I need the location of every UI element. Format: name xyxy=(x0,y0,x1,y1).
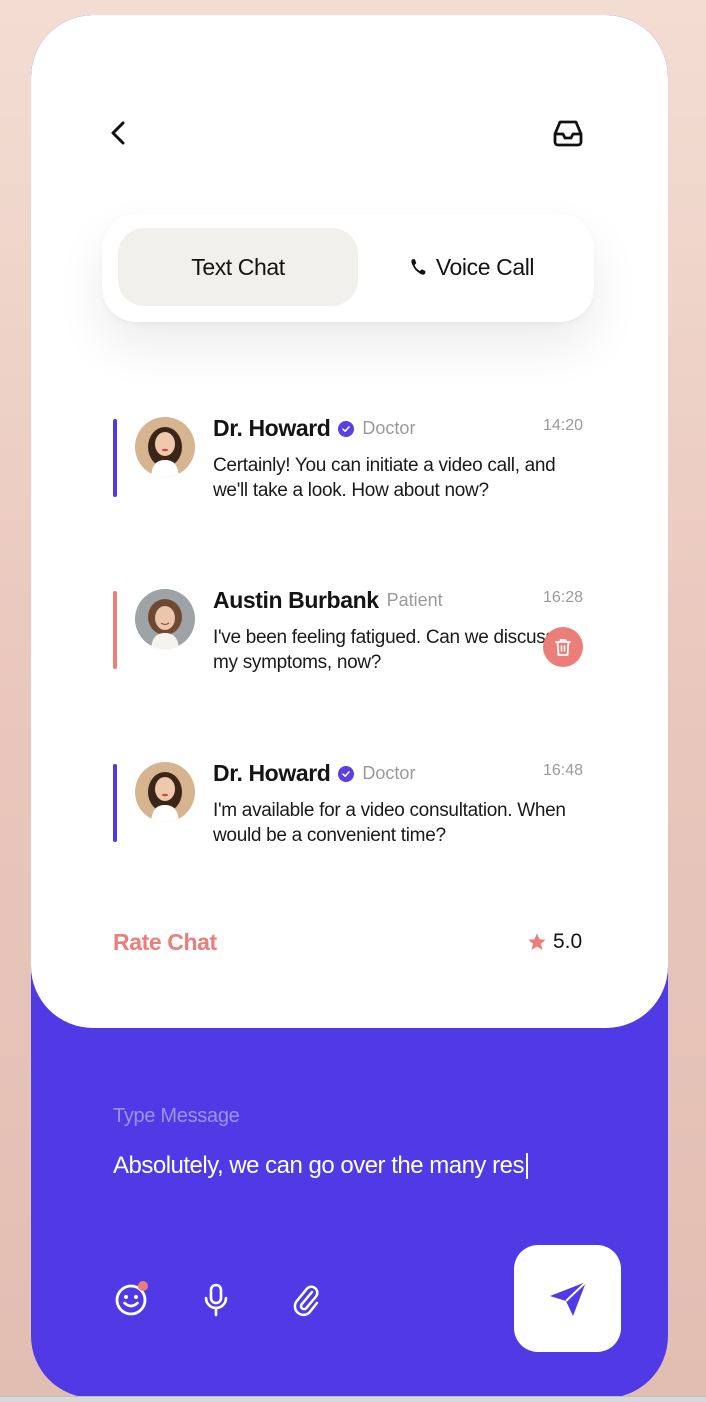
message-time: 16:28 xyxy=(542,589,583,606)
avatar xyxy=(135,762,195,822)
message-input[interactable]: Absolutely, we can go over the many res xyxy=(113,1148,583,1184)
message-accent-bar xyxy=(113,419,117,497)
phone-screen: Text Chat Voice Call Dr. Howard Doctor 1… xyxy=(31,15,668,1398)
phone-icon xyxy=(411,259,426,275)
sender-name: Dr. Howard xyxy=(213,415,331,441)
avatar xyxy=(135,417,195,477)
window-bottom-edge xyxy=(0,1396,706,1402)
message-accent-bar xyxy=(113,764,117,842)
message-time: 16:48 xyxy=(542,762,583,779)
tab-text-chat[interactable]: Text Chat xyxy=(118,228,358,306)
tab-text-chat-label: Text Chat xyxy=(191,253,285,280)
back-button[interactable] xyxy=(97,111,141,155)
microphone-button[interactable] xyxy=(194,1278,238,1322)
message-accent-bar xyxy=(113,591,117,669)
message-input-value: Absolutely, we can go over the many res xyxy=(113,1152,524,1179)
send-icon xyxy=(549,1280,587,1316)
message-item[interactable]: Dr. Howard Doctor 14:20 Certainly! You c… xyxy=(113,415,583,501)
message-text: I'm available for a video consultation. … xyxy=(213,800,566,846)
chat-card: Text Chat Voice Call Dr. Howard Doctor 1… xyxy=(31,15,668,1028)
message-item[interactable]: Austin Burbank Patient 16:28 I've been f… xyxy=(113,587,583,673)
sender-role: Doctor xyxy=(362,763,416,783)
verified-badge-icon xyxy=(338,420,355,437)
rating-value: 5.0 xyxy=(553,930,583,953)
tab-voice-call[interactable]: Voice Call xyxy=(364,228,580,306)
rate-chat-link[interactable]: Rate Chat xyxy=(113,929,217,956)
message-item[interactable]: Dr. Howard Doctor 16:48 I'm available fo… xyxy=(113,760,583,846)
delete-message-button[interactable] xyxy=(543,627,583,667)
trash-icon xyxy=(555,639,571,656)
message-time: 14:20 xyxy=(542,417,583,434)
chevron-left-icon xyxy=(111,121,125,145)
paperclip-icon xyxy=(293,1285,319,1317)
message-text: Certainly! You can initiate a video call… xyxy=(213,455,556,501)
chat-mode-tabs: Text Chat Voice Call xyxy=(102,214,594,322)
sender-name: Austin Burbank xyxy=(213,587,379,613)
notification-dot xyxy=(138,1281,148,1291)
text-caret xyxy=(525,1153,528,1179)
message-text: I've been feeling fatigued. Can we discu… xyxy=(213,627,555,673)
message-header: Dr. Howard Doctor xyxy=(213,415,415,442)
sender-name: Dr. Howard xyxy=(213,760,331,786)
attachment-button[interactable] xyxy=(285,1278,329,1322)
sender-role: Doctor xyxy=(362,418,416,438)
composer-label: Type Message xyxy=(113,1105,240,1127)
verified-badge-icon xyxy=(338,765,355,782)
microphone-icon xyxy=(204,1283,228,1317)
inbox-button[interactable] xyxy=(546,111,590,155)
sender-role: Patient xyxy=(386,590,443,610)
message-header: Dr. Howard Doctor xyxy=(213,760,415,787)
message-header: Austin Burbank Patient xyxy=(213,587,443,614)
send-button[interactable] xyxy=(514,1245,621,1352)
inbox-icon xyxy=(553,120,583,147)
tab-voice-call-label: Voice Call xyxy=(435,253,535,280)
chat-rating: 5.0 xyxy=(527,930,582,954)
avatar xyxy=(135,589,195,649)
emoji-button[interactable] xyxy=(109,1278,153,1322)
star-icon xyxy=(528,933,546,950)
